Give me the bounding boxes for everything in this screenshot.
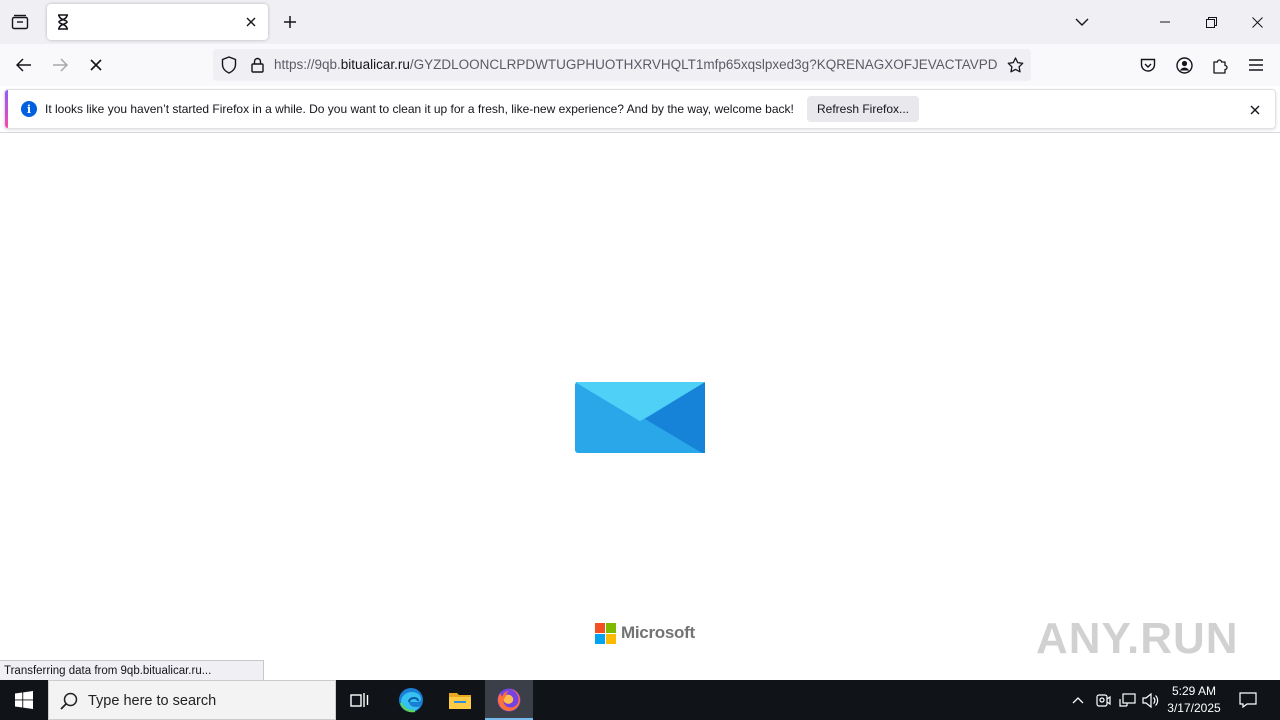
bookmark-star-button[interactable]: [1004, 54, 1026, 76]
folder-icon: [449, 693, 471, 709]
url-text[interactable]: https://9qb.bitualicar.ru/GYZDLOONCLRPDW…: [274, 57, 998, 75]
chevron-up-icon: [1072, 697, 1084, 704]
tray-network[interactable]: [1117, 690, 1137, 710]
network-icon: [1118, 692, 1136, 707]
close-icon: [246, 17, 256, 27]
microsoft-logo: Microsoft: [595, 621, 695, 645]
firefox-view-icon: [11, 14, 29, 30]
start-button[interactable]: [0, 680, 48, 720]
logo-square-green: [606, 622, 616, 633]
restore-icon: [1205, 16, 1217, 28]
task-view-button[interactable]: [336, 680, 384, 720]
url-host: bitualicar.ru: [340, 57, 410, 72]
close-icon: [1251, 16, 1263, 28]
notification-close-button[interactable]: [1245, 100, 1265, 120]
speaker-icon: [1142, 692, 1159, 708]
edge-browser-icon: [399, 688, 423, 713]
plus-icon: [284, 16, 296, 28]
taskbar-clock[interactable]: 5:29 AM 3/17/2025: [1164, 683, 1224, 717]
restore-button[interactable]: [1188, 0, 1234, 44]
tracking-protection-shield-icon[interactable]: [219, 55, 239, 75]
meet-now-icon: [1096, 694, 1111, 707]
info-icon: i: [21, 101, 37, 117]
refresh-firefox-notification: i It looks like you haven’t started Fire…: [4, 89, 1276, 129]
close-window-button[interactable]: [1234, 0, 1280, 44]
star-icon: [1007, 56, 1023, 72]
envelope-icon: [575, 382, 705, 453]
account-button[interactable]: [1168, 49, 1200, 81]
tab-title: [79, 14, 229, 30]
new-tab-button[interactable]: [276, 8, 304, 36]
tab-strip: [0, 0, 1280, 44]
notification-message: It looks like you haven’t started Firefo…: [45, 102, 794, 116]
minimize-icon: [1160, 21, 1170, 23]
taskbar-edge[interactable]: [387, 680, 435, 720]
clock-time: 5:29 AM: [1171, 684, 1217, 698]
arrow-left-icon: [16, 58, 31, 72]
notification-icon: [1239, 692, 1257, 708]
status-panel: Transferring data from 9qb.bitualicar.ru…: [0, 660, 264, 681]
anyrun-watermark: ANY.RUN: [1036, 606, 1239, 672]
tab-close-button[interactable]: [241, 12, 261, 32]
pocket-button[interactable]: [1132, 49, 1164, 81]
microsoft-windows-grid-icon: [595, 622, 616, 644]
url-path: /GYZDLOONCLRPDWTUGPHUOTHXRVHQLT1mfp65xqs…: [409, 57, 998, 72]
pocket-icon: [1140, 58, 1156, 72]
taskbar-firefox[interactable]: [485, 680, 533, 720]
extensions-button[interactable]: [1204, 49, 1236, 81]
firefox-icon: [497, 688, 521, 712]
browser-tab[interactable]: [47, 4, 268, 40]
forward-button[interactable]: [44, 49, 76, 81]
close-icon: [1250, 105, 1260, 115]
clock-date: 3/17/2025: [1167, 701, 1221, 715]
puzzle-icon: [1212, 58, 1228, 74]
minimize-button[interactable]: [1142, 0, 1188, 44]
taskbar-file-explorer[interactable]: [436, 680, 484, 720]
arrow-right-icon: [53, 58, 68, 72]
taskbar-search-box[interactable]: Type here to search: [48, 680, 336, 720]
list-all-tabs-button[interactable]: [1068, 8, 1096, 36]
windows-taskbar: Type here to search 5:29 AM 3/17/2025: [0, 680, 1280, 720]
app-menu-button[interactable]: [1240, 49, 1272, 81]
hamburger-menu-icon: [1249, 59, 1263, 71]
account-icon: [1175, 56, 1193, 74]
stop-icon: [90, 59, 102, 71]
microsoft-brand-name: Microsoft: [621, 623, 695, 642]
content-divider: [0, 132, 1280, 133]
notification-accent-bar: [5, 90, 8, 128]
action-center-button[interactable]: [1232, 680, 1264, 720]
logo-square-yellow: [606, 633, 616, 644]
windows-logo-icon: [15, 691, 33, 709]
watermark-text: ANY.RUN: [1036, 614, 1239, 663]
refresh-firefox-button[interactable]: Refresh Firefox...: [807, 96, 919, 122]
logo-square-blue: [595, 633, 605, 644]
url-prefix: https://9qb.: [274, 57, 341, 72]
back-button[interactable]: [8, 49, 40, 81]
tray-meet-now[interactable]: [1093, 690, 1113, 710]
chevron-down-icon: [1075, 18, 1089, 26]
stop-button[interactable]: [80, 49, 112, 81]
task-view-icon: [350, 693, 369, 707]
logo-square-red: [595, 622, 605, 633]
tray-volume[interactable]: [1141, 690, 1161, 710]
address-bar[interactable]: https://9qb.bitualicar.ru/GYZDLOONCLRPDW…: [213, 49, 1031, 81]
search-icon: [59, 691, 79, 711]
firefox-view-button[interactable]: [4, 6, 36, 38]
show-hidden-icons-button[interactable]: [1068, 690, 1088, 710]
navigation-toolbar: https://9qb.bitualicar.ru/GYZDLOONCLRPDW…: [0, 44, 1280, 86]
lock-icon[interactable]: [247, 55, 267, 75]
hourglass-loading-icon: [55, 13, 71, 31]
search-placeholder: Type here to search: [88, 693, 217, 709]
